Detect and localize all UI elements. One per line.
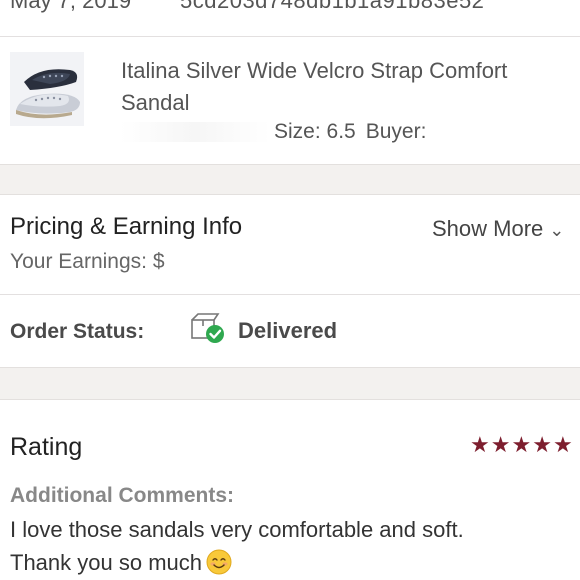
section-separator (0, 367, 580, 400)
size-label: Size: (274, 120, 321, 143)
pricing-section: Pricing & Earning Info Your Earnings: $ … (0, 195, 580, 295)
rating-stars: ★★★★★ (470, 432, 574, 458)
star-icon: ★ (552, 432, 574, 457)
item-meta: Size: 6.5 Buyer: (120, 120, 426, 144)
item-thumbnail[interactable] (10, 52, 84, 126)
chevron-down-icon: ⌄ (549, 220, 565, 240)
order-date: May 7, 2019 (10, 0, 132, 13)
smiling-emoji-icon (206, 549, 232, 575)
earnings-label: Your Earnings: $ (10, 250, 165, 273)
size-value: 6.5 (326, 120, 356, 143)
section-separator (0, 164, 580, 195)
order-id: 5cd203d748db1b1a91b83e52 (180, 0, 485, 13)
buyer-label: Buyer: (365, 120, 427, 143)
rating-title: Rating (10, 433, 83, 461)
star-icon: ★ (532, 432, 553, 457)
star-icon: ★ (490, 432, 512, 457)
item-title[interactable]: Italina Silver Wide Velcro Strap Comfort… (121, 55, 566, 119)
pricing-title: Pricing & Earning Info (10, 213, 243, 240)
star-icon: ★ (511, 432, 533, 457)
comment-line-2: Thank you so much (10, 546, 570, 579)
order-status-label: Order Status: (10, 320, 145, 343)
redacted-text (120, 122, 270, 143)
order-meta: May 7, 2019 5cd203d748db1b1a91b83e52 (10, 0, 580, 22)
order-status: Order Status: Delivered (0, 295, 580, 367)
comment-line: Thank you so much (10, 550, 202, 575)
rating-section: Rating ★★★★★ Additional Comments: I love… (0, 400, 580, 580)
comments-label: Additional Comments: (10, 484, 234, 507)
delivered-box-icon (191, 313, 224, 343)
comment-line: I love those sandals very comfortable an… (10, 517, 464, 542)
order-status-value: Delivered (238, 318, 338, 343)
show-more-label: Show More (432, 216, 544, 241)
comments-text: I love those sandals very comfortable an… (10, 513, 570, 579)
sandal-image (10, 52, 84, 126)
show-more-button[interactable]: Show More ⌄ (432, 216, 564, 242)
star-icon: ★ (470, 432, 491, 457)
order-item[interactable]: Italina Silver Wide Velcro Strap Comfort… (0, 36, 580, 164)
